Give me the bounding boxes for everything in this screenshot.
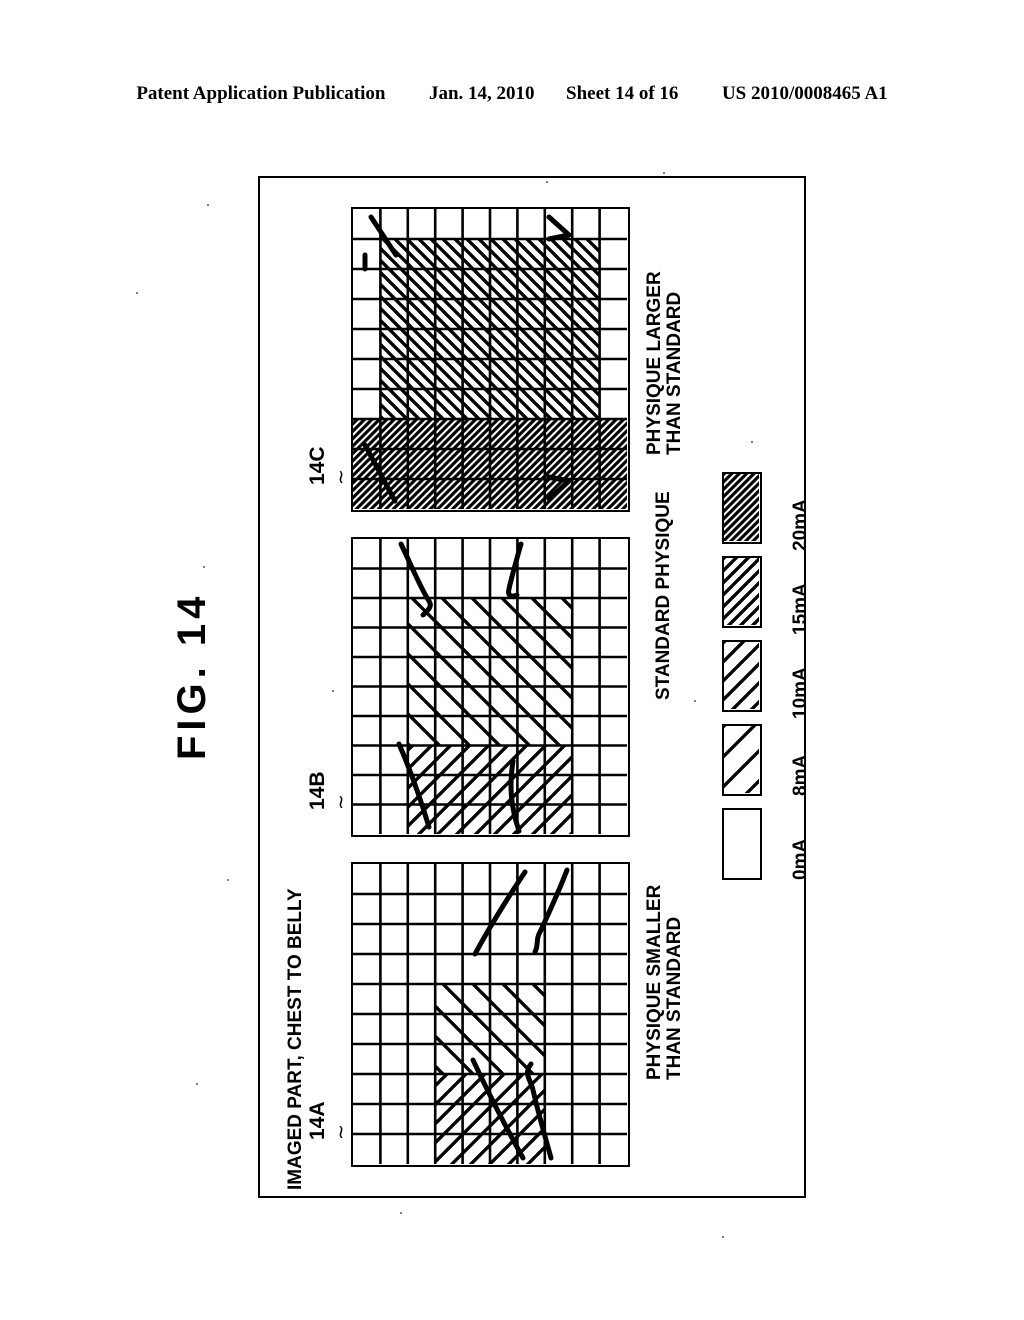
legend-label-20ma: 20mA bbox=[790, 499, 811, 551]
panel-14b-caption: STANDARD PHYSIQUE bbox=[653, 491, 674, 700]
scan-speckle bbox=[751, 441, 753, 443]
panel-14c-code: 14C bbox=[306, 446, 329, 485]
panel-14a-code: 14A bbox=[306, 1101, 329, 1140]
scan-speckle bbox=[332, 690, 334, 692]
legend-swatch-0ma bbox=[722, 808, 762, 880]
figure-title: FIG. 14 bbox=[170, 591, 214, 760]
panel-14a bbox=[351, 862, 630, 1167]
scan-speckle bbox=[694, 700, 696, 702]
panel-14b-caption-line1: STANDARD PHYSIQUE bbox=[653, 491, 674, 700]
legend-swatch-20ma-fill bbox=[724, 474, 759, 541]
legend-swatch-0ma-fill bbox=[724, 810, 759, 877]
panel-14b-grid bbox=[353, 539, 627, 834]
legend-swatch-20ma bbox=[722, 472, 762, 544]
page-header: Patent Application Publication Jan. 14, … bbox=[0, 83, 1024, 105]
header-sheet: Sheet 14 of 16 bbox=[566, 83, 679, 104]
scan-speckle bbox=[400, 1212, 402, 1214]
panel-14c-caption: PHYSIQUE LARGER THAN STANDARD bbox=[644, 271, 686, 455]
panel-14b-leader: ∼ bbox=[331, 794, 352, 810]
legend-swatch-10ma bbox=[722, 640, 762, 712]
panel-14a-leader: ∼ bbox=[331, 1124, 352, 1140]
scan-speckle bbox=[203, 566, 205, 568]
panel-14a-caption-line2: THAN STANDARD bbox=[664, 916, 686, 1080]
legend-swatch-10ma-fill bbox=[724, 642, 759, 709]
panel-14b bbox=[351, 537, 630, 837]
panel-14a-grid bbox=[353, 864, 627, 1164]
panel-14c-caption-line2: THAN STANDARD bbox=[664, 291, 686, 455]
scan-speckle bbox=[207, 204, 209, 206]
header-publication: Patent Application Publication bbox=[136, 83, 386, 104]
legend-label-0ma: 0mA bbox=[790, 838, 811, 880]
axis-caption: IMAGED PART, CHEST TO BELLY bbox=[285, 888, 306, 1190]
panel-14c-leader: ∼ bbox=[331, 469, 352, 485]
scan-speckle bbox=[136, 292, 138, 294]
legend-swatch-8ma bbox=[722, 724, 762, 796]
legend-swatch-15ma bbox=[722, 556, 762, 628]
panel-14c-grid bbox=[353, 209, 627, 509]
scan-speckle bbox=[196, 1083, 198, 1085]
panel-14b-code: 14B bbox=[306, 771, 329, 810]
legend-label-10ma: 10mA bbox=[790, 667, 811, 719]
panel-14a-caption-line1: PHYSIQUE SMALLER bbox=[644, 884, 665, 1080]
scan-speckle bbox=[722, 1236, 724, 1238]
scan-speckle bbox=[546, 181, 548, 183]
panel-14c-caption-line1: PHYSIQUE LARGER bbox=[644, 271, 665, 455]
header-date: Jan. 14, 2010 bbox=[428, 83, 535, 104]
legend-swatch-15ma-fill bbox=[724, 558, 759, 625]
scan-speckle bbox=[227, 879, 229, 881]
header-document-number: US 2010/0008465 A1 bbox=[721, 83, 888, 104]
legend-label-15ma: 15mA bbox=[790, 583, 811, 635]
legend-label-8ma: 8mA bbox=[790, 754, 811, 796]
legend-swatch-8ma-fill bbox=[724, 726, 759, 793]
panel-14c bbox=[351, 207, 630, 512]
panel-14a-caption: PHYSIQUE SMALLER THAN STANDARD bbox=[644, 884, 686, 1080]
scan-speckle bbox=[663, 172, 665, 174]
